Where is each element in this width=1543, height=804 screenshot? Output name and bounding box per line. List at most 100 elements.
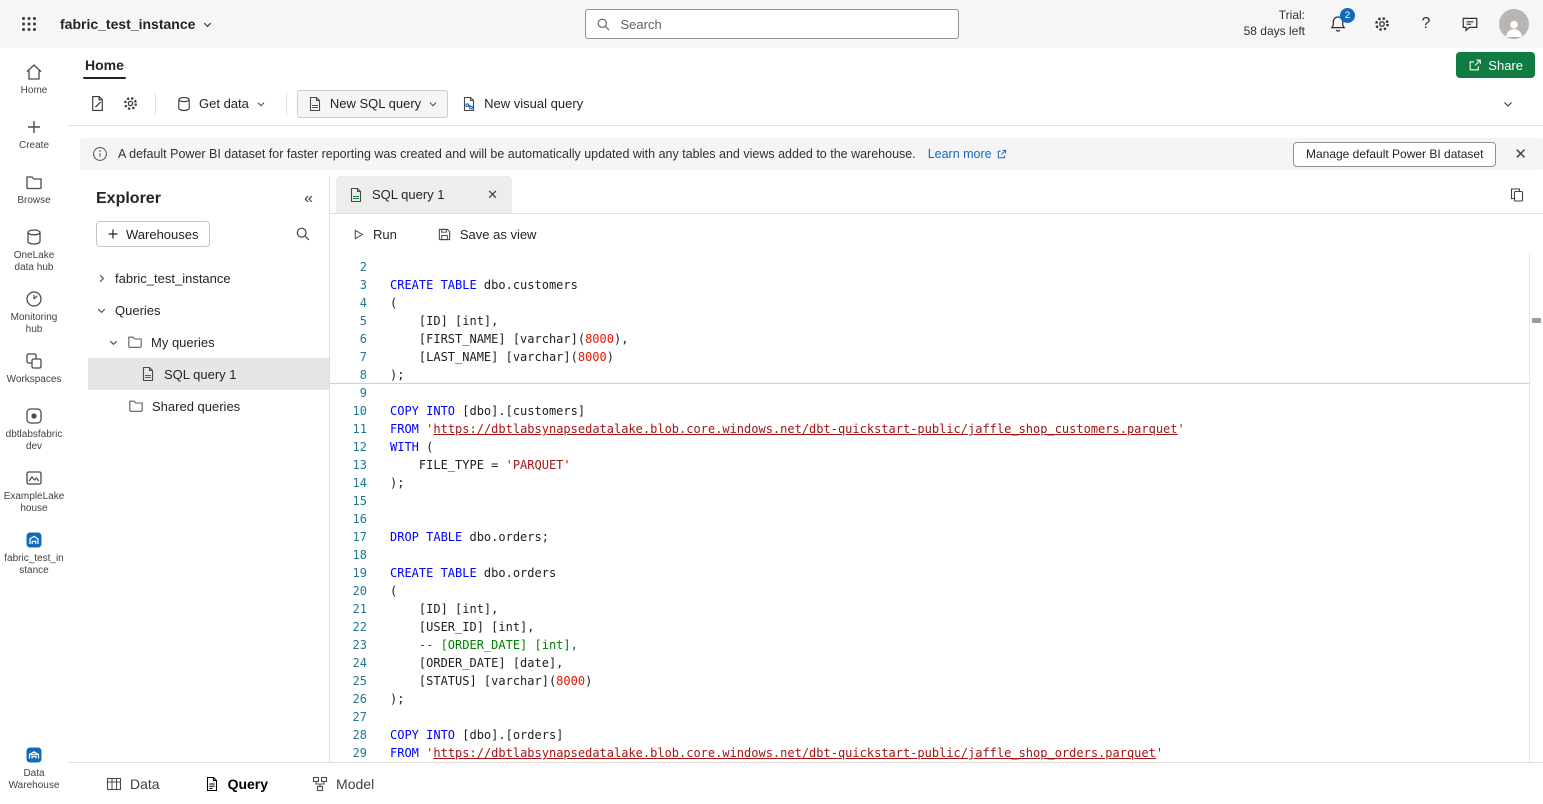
chevron-right-icon [96,273,107,284]
line-number: 25 [330,672,367,690]
run-button[interactable]: Run [346,226,403,243]
code-line-27[interactable]: 27 [330,708,1543,726]
line-content: FROM 'https://dbtlabsynapsedatalake.blob… [367,744,1163,762]
close-icon: ✕ [1514,146,1527,163]
code-line-12[interactable]: 12WITH ( [330,438,1543,456]
explorer-search-button[interactable] [289,220,317,248]
code-line-22[interactable]: 22 [USER_ID] [int], [330,618,1543,636]
help-button[interactable]: ? [1411,9,1441,39]
code-line-11[interactable]: 11FROM 'https://dbtlabsynapsedatalake.bl… [330,420,1543,438]
add-warehouses-button[interactable]: Warehouses [96,221,210,247]
editor-scrollbar[interactable] [1529,254,1543,762]
nav-rail-item-workspaces[interactable]: Workspaces [1,345,67,397]
share-button[interactable]: Share [1456,52,1535,78]
notifications-button[interactable]: 2 [1323,9,1353,39]
feedback-button[interactable] [1455,9,1485,39]
code-line-5[interactable]: 5 [ID] [int], [330,312,1543,330]
line-number: 16 [330,510,367,528]
tree-item-label: Shared queries [152,399,240,414]
code-line-13[interactable]: 13 FILE_TYPE = 'PARQUET' [330,456,1543,474]
code-line-28[interactable]: 28COPY INTO [dbo].[orders] [330,726,1543,744]
tree-item-sql-query-1[interactable]: SQL query 1 [88,358,329,390]
code-line-9[interactable]: 9 [330,384,1543,402]
code-line-8[interactable]: 8); [330,366,1543,384]
line-content [367,384,390,402]
line-content: COPY INTO [dbo].[customers] [367,402,585,420]
code-line-15[interactable]: 15 [330,492,1543,510]
code-line-7[interactable]: 7 [LAST_NAME] [varchar](8000) [330,348,1543,366]
learn-more-link[interactable]: Learn more [928,147,1007,161]
code-line-26[interactable]: 26); [330,690,1543,708]
account-avatar[interactable] [1499,9,1529,39]
bottom-tab-data[interactable]: Data [100,775,166,793]
code-line-16[interactable]: 16 [330,510,1543,528]
nav-rail-item-examplelakehouse[interactable]: ExampleLakehouse [1,462,67,521]
bottom-tab-query[interactable]: Query [198,775,274,793]
chevron-down-icon [96,305,107,316]
settings-button[interactable] [1367,9,1397,39]
line-content [367,492,390,510]
copy-button[interactable] [1503,181,1531,209]
nav-rail-item-data-warehouse[interactable]: Data Warehouse [1,739,67,798]
nav-rail-item-dbtlabsfabricdev[interactable]: dbtlabsfabricdev [1,400,67,459]
bottom-tab-model[interactable]: Model [306,775,380,793]
code-line-25[interactable]: 25 [STATUS] [varchar](8000) [330,672,1543,690]
search-box [585,9,959,39]
code-line-21[interactable]: 21 [ID] [int], [330,600,1543,618]
code-line-23[interactable]: 23 -- [ORDER_DATE] [int], [330,636,1543,654]
line-content: [ID] [int], [367,312,498,330]
code-line-17[interactable]: 17DROP TABLE dbo.orders; [330,528,1543,546]
code-line-19[interactable]: 19CREATE TABLE dbo.orders [330,564,1543,582]
code-line-6[interactable]: 6 [FIRST_NAME] [varchar](8000), [330,330,1543,348]
line-content: [ID] [int], [367,600,498,618]
tree-item-queries[interactable]: Queries [88,294,329,326]
line-number: 7 [330,348,367,366]
workspace-switcher[interactable]: fabric_test_instance [54,15,219,33]
toolbar-divider [286,93,287,115]
tree-item-fabric-test-instance[interactable]: fabric_test_instance [88,262,329,294]
ribbon-collapse-button[interactable] [1495,91,1521,117]
person-icon [1503,17,1525,39]
tab-close-button[interactable]: ✕ [483,185,502,205]
new-report-button[interactable] [82,89,112,119]
code-line-29[interactable]: 29FROM 'https://dbtlabsynapsedatalake.bl… [330,744,1543,762]
new-visual-query-button[interactable]: New visual query [451,90,593,118]
code-line-3[interactable]: 3CREATE TABLE dbo.customers [330,276,1543,294]
nav-rail-item-fabric-test-instance[interactable]: fabric_test_instance [1,524,67,583]
warehouse-settings-button[interactable] [115,89,145,119]
create-icon [24,117,44,137]
code-line-2[interactable]: 2 [330,258,1543,276]
nav-rail-item-onelake-data-hub[interactable]: OneLake data hub [1,221,67,280]
line-content: ); [367,690,404,708]
search-input[interactable] [619,16,948,33]
code-line-20[interactable]: 20( [330,582,1543,600]
explorer-title: Explorer [96,190,161,208]
nav-rail-item-monitoring-hub[interactable]: Monitoring hub [1,283,67,342]
tree-item-shared-queries[interactable]: Shared queries [88,390,329,422]
line-number: 3 [330,276,367,294]
tab-home[interactable]: Home [82,52,127,78]
notification-badge: 2 [1340,8,1355,23]
save-as-view-button[interactable]: Save as view [431,226,543,243]
nav-rail-item-browse[interactable]: Browse [1,166,67,218]
sql-code-editor[interactable]: 23CREATE TABLE dbo.customers4(5 [ID] [in… [330,254,1543,762]
tree-item-my-queries[interactable]: My queries [88,326,329,358]
code-line-4[interactable]: 4( [330,294,1543,312]
get-data-button[interactable]: Get data [166,90,276,118]
nav-rail-item-label: Home [21,85,48,97]
bottom-tab-label: Model [336,776,374,792]
new-sql-query-button[interactable]: New SQL query [297,90,448,118]
nav-rail-item-home[interactable]: Home [1,56,67,108]
code-line-18[interactable]: 18 [330,546,1543,564]
code-line-14[interactable]: 14); [330,474,1543,492]
waffle-icon [21,16,37,32]
code-line-10[interactable]: 10COPY INTO [dbo].[customers] [330,402,1543,420]
nav-rail-item-create[interactable]: Create [1,111,67,163]
banner-close-button[interactable]: ✕ [1506,147,1535,162]
explorer-collapse-button[interactable]: « [298,190,319,208]
manage-default-dataset-button[interactable]: Manage default Power BI dataset [1293,142,1496,167]
nav-rail-item-label: Monitoring hub [3,312,65,336]
tab-sql-query-1[interactable]: SQL query 1 ✕ [336,176,512,213]
app-launcher-button[interactable] [12,7,46,41]
code-line-24[interactable]: 24 [ORDER_DATE] [date], [330,654,1543,672]
